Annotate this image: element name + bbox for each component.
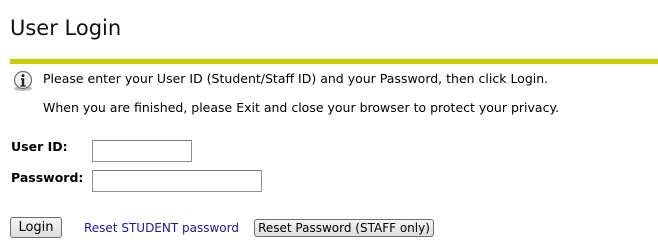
login-page: User Login Please enter your User ID (St…: [0, 0, 658, 246]
password-input[interactable]: [92, 170, 262, 192]
password-label: Password:: [11, 170, 84, 185]
page-title: User Login: [10, 16, 122, 40]
reset-student-password-link[interactable]: Reset STUDENT password: [84, 220, 239, 236]
reset-staff-password-button[interactable]: Reset Password (STAFF only): [254, 219, 434, 237]
instruction-text-login: Please enter your User ID (Student/Staff…: [43, 71, 549, 86]
info-icon: [11, 70, 35, 92]
userid-label: User ID:: [11, 139, 68, 154]
login-button[interactable]: Login: [10, 217, 62, 238]
title-divider: [10, 59, 658, 64]
userid-input[interactable]: [92, 140, 192, 162]
instruction-text-exit: When you are finished, please Exit and c…: [43, 100, 560, 115]
